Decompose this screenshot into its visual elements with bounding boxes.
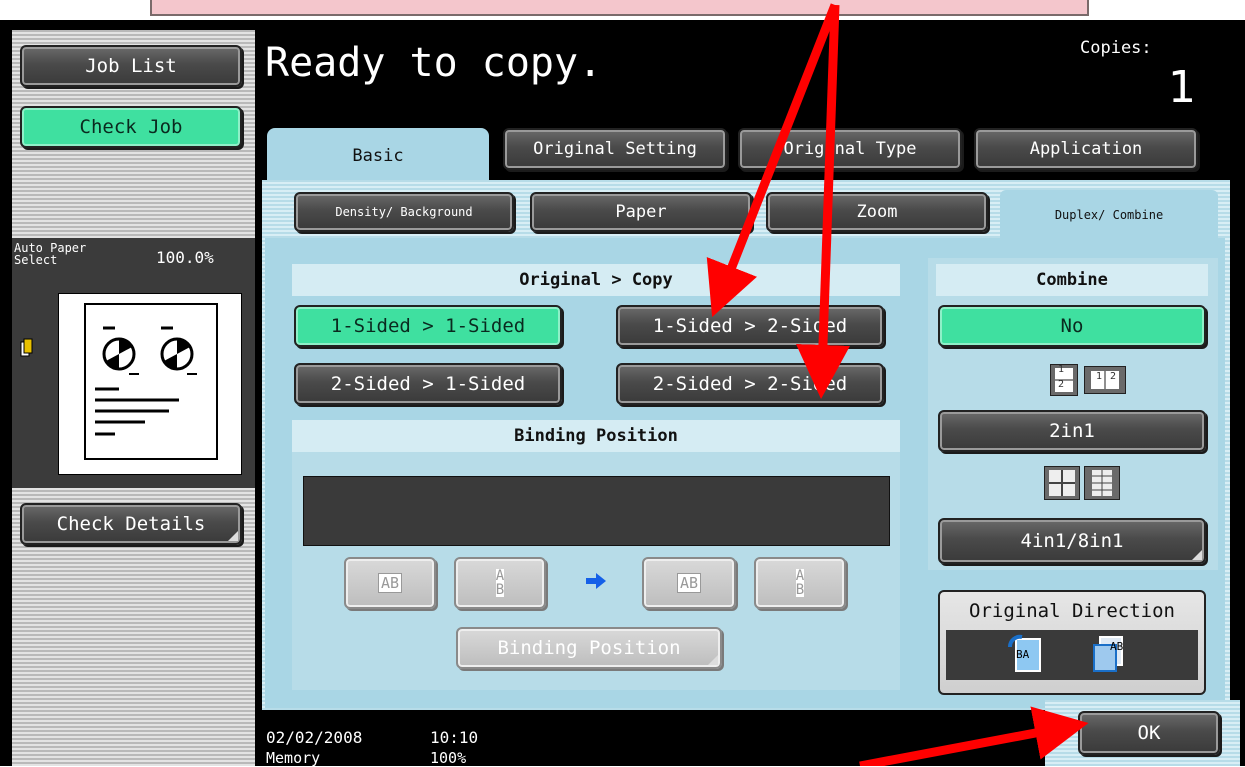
annotation-arrow-2 — [795, 4, 850, 399]
annotation-arrows — [706, 3, 1089, 766]
annotation-arrow-3 — [859, 706, 1089, 766]
annotation-arrow-1 — [706, 3, 840, 318]
